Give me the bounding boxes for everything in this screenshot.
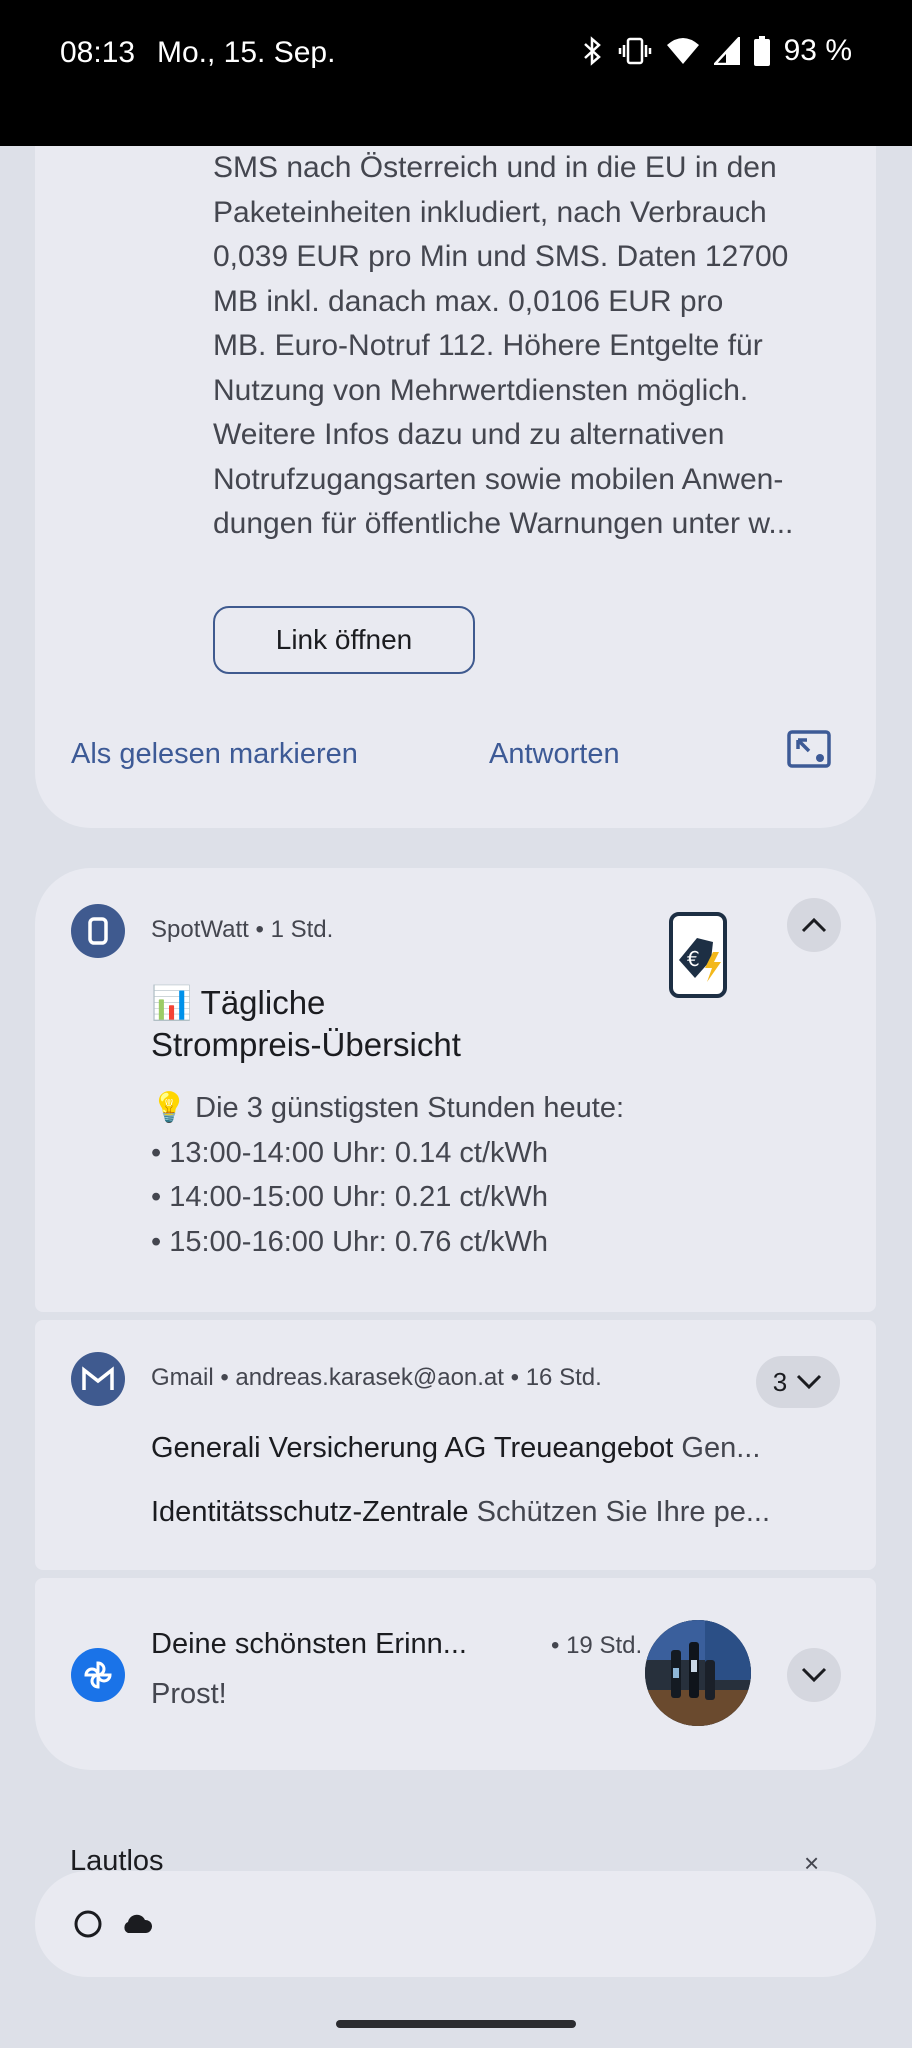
wifi-icon	[666, 38, 699, 64]
notification-title: 📊 Tägliche Strompreis-Übersicht	[151, 982, 461, 1066]
notification-time: 1 Std.	[270, 916, 334, 943]
snippet: Schützen Sie Ihre pe...	[476, 1496, 771, 1528]
gmail-app-icon	[71, 1352, 125, 1406]
account-email: andreas.karasek@aon.at	[235, 1364, 504, 1391]
spotwatt-app-icon	[71, 904, 125, 958]
vibrate-icon	[618, 37, 651, 65]
status-icons: 93 %	[582, 34, 852, 68]
mark-as-read-button[interactable]: Als gelesen markieren	[71, 738, 358, 771]
gmail-notification-card[interactable]: Gmail • andreas.karasek@aon.at • 16 Std.…	[35, 1320, 876, 1570]
title-line-1: 📊 Tägliche	[151, 984, 326, 1021]
photos-notification-card[interactable]: Deine schönsten Erinn... • 19 Std. Prost…	[35, 1578, 876, 1770]
body-line: • 13:00-14:00 Uhr: 0.14 ct/kWh	[151, 1136, 549, 1169]
gmail-message-row[interactable]: Generali Versicherung AG Treueangebot Ge…	[151, 1432, 877, 1465]
notification-time: 19 Std.	[566, 1632, 643, 1659]
gmail-header: Gmail • andreas.karasek@aon.at • 16 Std.	[151, 1364, 602, 1391]
silent-section-label: Lautlos	[70, 1845, 164, 1873]
sender: Identitätsschutz-Zentrale	[151, 1496, 469, 1528]
gmail-message-row[interactable]: Identitätsschutz-Zentrale Schützen Sie I…	[151, 1496, 877, 1529]
body-line: • 15:00-16:00 Uhr: 0.76 ct/kWh	[151, 1225, 549, 1258]
memory-photo-thumbnail[interactable]	[645, 1620, 751, 1726]
photos-pinwheel-icon	[71, 1648, 125, 1702]
chevron-down-icon	[797, 1374, 822, 1390]
chevron-up-icon	[801, 917, 827, 933]
bluetooth-icon	[583, 36, 601, 66]
silent-notifications-summary[interactable]	[35, 1871, 876, 1977]
spotwatt-notification-card[interactable]: SpotWatt • 1 Std. € 📊 Tägliche Stromprei…	[35, 868, 876, 1312]
sms-notification-card[interactable]: SMS nach Österreich und in die EU in den…	[35, 146, 876, 828]
collapse-button[interactable]	[787, 898, 841, 952]
sender: Generali Versicherung AG Treueangebot	[151, 1432, 674, 1464]
battery-icon	[753, 36, 770, 66]
status-bar: 08:13 Mo., 15. Sep. 93 %	[0, 0, 912, 146]
snippet: Gen...	[681, 1432, 761, 1464]
app-name: Gmail	[151, 1364, 214, 1391]
notification-body: 💡 Die 3 günstigsten Stunden heute: • 13:…	[151, 1086, 624, 1264]
sms-message-body: SMS nach Österreich und in die EU in den…	[213, 151, 794, 540]
reply-button[interactable]: Antworten	[489, 738, 620, 771]
circle-icon	[74, 1910, 102, 1938]
picture-in-picture-icon[interactable]	[787, 730, 831, 773]
chevron-down-icon	[801, 1667, 827, 1683]
notification-body: Prost!	[151, 1678, 227, 1710]
spotwatt-header: SpotWatt • 1 Std.	[151, 916, 334, 943]
notification-time: 16 Std.	[525, 1364, 602, 1391]
status-time: 08:13	[60, 36, 136, 69]
title-line-2: Strompreis-Übersicht	[151, 1026, 461, 1063]
message-count: 3	[772, 1366, 788, 1397]
body-line: 💡 Die 3 günstigsten Stunden heute:	[151, 1092, 625, 1124]
battery-percent: 93 %	[783, 34, 852, 67]
notification-title: Deine schönsten Erinn...	[151, 1628, 467, 1660]
open-link-button[interactable]: Link öffnen	[213, 606, 475, 674]
cloud-icon	[124, 1914, 153, 1933]
svg-text:€: €	[687, 947, 700, 971]
sms-action-row: Als gelesen markieren Antworten	[71, 730, 871, 788]
status-date: Mo., 15. Sep.	[157, 36, 336, 69]
app-name: SpotWatt	[151, 916, 249, 943]
expand-button[interactable]	[787, 1648, 841, 1702]
gesture-navigation-handle[interactable]	[336, 2020, 576, 2028]
price-tag-phone-icon: €	[669, 912, 727, 998]
expand-count-button[interactable]: 3	[756, 1356, 840, 1408]
notification-time-wrap: • 19 Std.	[551, 1632, 643, 1659]
body-line: • 14:00-15:00 Uhr: 0.21 ct/kWh	[151, 1181, 549, 1213]
clear-silent-button[interactable]: ×	[804, 1848, 819, 1872]
signal-icon	[713, 37, 740, 65]
